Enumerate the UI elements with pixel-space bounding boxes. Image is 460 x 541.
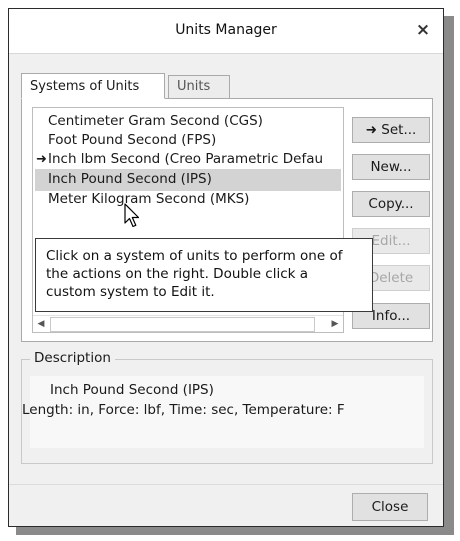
list-item-mks[interactable]: Meter Kilogram Second (MKS) (35, 189, 341, 211)
scrollbar-thumb[interactable] (50, 317, 315, 332)
new-button[interactable]: New... (352, 154, 430, 180)
chevron-left-icon[interactable]: ◀ (33, 316, 49, 332)
tab-systems-of-units[interactable]: Systems of Units (21, 73, 165, 99)
list-item-label: Centimeter Gram Second (CGS) (48, 113, 263, 129)
list-item-label: Inch lbm Second (Creo Parametric Defau (48, 151, 324, 167)
horizontal-scrollbar[interactable]: ◀ ▶ (33, 315, 343, 332)
list-item-label: Foot Pound Second (FPS) (48, 132, 217, 148)
list-item-ips[interactable]: Inch Pound Second (IPS) (35, 169, 341, 191)
set-button[interactable]: ➜ Set... (352, 117, 430, 143)
title-bar: Units Manager × (9, 9, 443, 54)
description-content: Inch Pound Second (IPS) Length: in, Forc… (22, 376, 424, 448)
footer-divider (9, 484, 443, 485)
copy-button[interactable]: Copy... (352, 191, 430, 217)
units-manager-dialog: Units Manager × Systems of Units Units C… (8, 8, 444, 527)
tab-units[interactable]: Units (168, 75, 230, 99)
description-system-name: Inch Pound Second (IPS) (50, 382, 214, 398)
description-legend: Description (30, 350, 115, 366)
list-item-label: Inch Pound Second (IPS) (48, 171, 212, 187)
description-group: Description Inch Pound Second (IPS) Leng… (21, 350, 433, 464)
arrow-right-icon: ➜ (36, 152, 47, 167)
help-tooltip: Click on a system of units to perform on… (35, 238, 373, 312)
close-button[interactable]: Close (352, 493, 428, 521)
list-item-label: Meter Kilogram Second (MKS) (48, 191, 250, 207)
list-item-inch-lbm-second[interactable]: ➜ Inch lbm Second (Creo Parametric Defau (35, 149, 341, 171)
close-icon[interactable]: × (409, 17, 437, 43)
description-details: Length: in, Force: lbf, Time: sec, Tempe… (22, 402, 345, 418)
mouse-pointer-icon (124, 203, 140, 228)
window-title: Units Manager (175, 22, 277, 38)
chevron-right-icon[interactable]: ▶ (327, 316, 343, 332)
